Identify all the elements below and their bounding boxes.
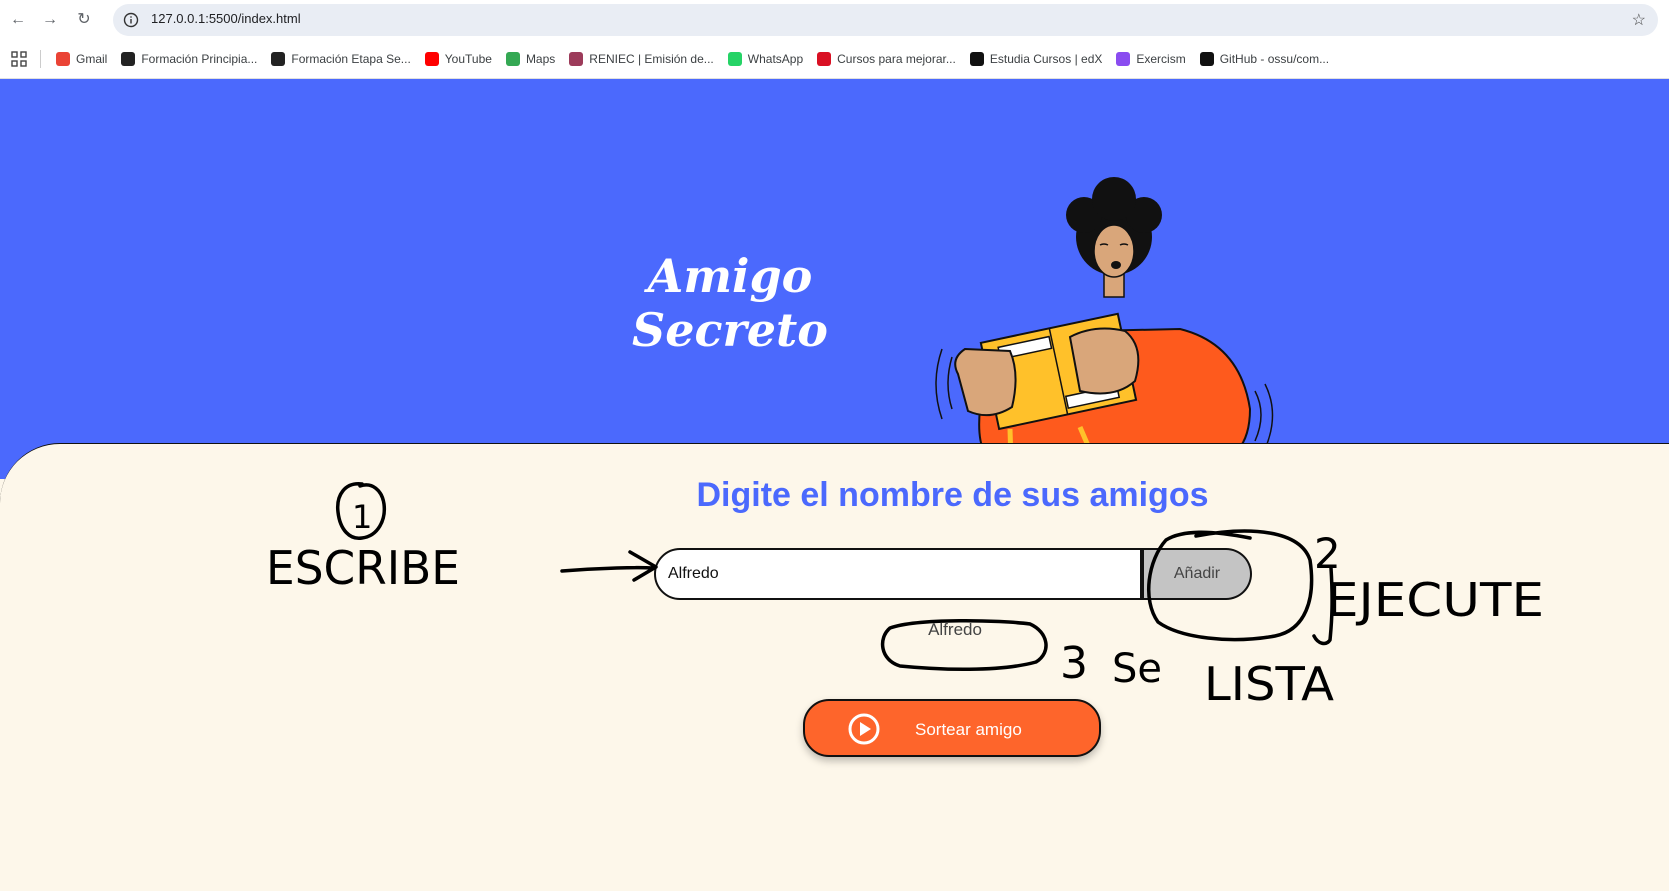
bookmark-item[interactable]: Estudia Cursos | edX bbox=[969, 52, 1103, 66]
friend-input-group: Añadir bbox=[654, 548, 1254, 600]
page-title: Amigo Secreto bbox=[632, 249, 828, 357]
github-icon bbox=[1199, 52, 1214, 66]
maps-icon bbox=[505, 52, 520, 66]
bookmark-item[interactable]: Formación Principia... bbox=[121, 52, 257, 66]
bookmark-label: Exercism bbox=[1136, 52, 1186, 66]
bookmark-star-icon[interactable]: ☆ bbox=[1632, 10, 1646, 30]
bookmark-item[interactable]: Maps bbox=[505, 52, 556, 66]
alura-icon bbox=[271, 52, 286, 66]
bookmarks-divider bbox=[40, 50, 41, 68]
alura-icon bbox=[121, 52, 136, 66]
bookmark-item[interactable]: Cursos para mejorar... bbox=[817, 52, 956, 66]
site-info-icon[interactable] bbox=[123, 12, 139, 28]
play-circle-icon bbox=[848, 713, 880, 745]
friend-name-input[interactable] bbox=[654, 548, 1144, 600]
draw-friend-label: Sortear amigo bbox=[915, 720, 1022, 739]
bookmark-item[interactable]: RENIEC | Emisión de... bbox=[569, 52, 714, 66]
youtube-icon bbox=[424, 52, 439, 66]
bookmark-item[interactable]: Exercism bbox=[1116, 52, 1186, 66]
peru-flag-icon bbox=[817, 52, 832, 66]
bookmark-item[interactable]: WhatsApp bbox=[727, 52, 804, 66]
address-bar[interactable]: 127.0.0.1:5500/index.html ☆ bbox=[113, 4, 1658, 36]
friend-list: Alfredo bbox=[880, 620, 1030, 640]
browser-toolbar: ← → ↻ 127.0.0.1:5500/index.html ☆ bbox=[0, 0, 1669, 40]
back-arrow-icon[interactable]: ← bbox=[8, 10, 28, 30]
whatsapp-icon bbox=[727, 52, 742, 66]
bookmarks-bar: Gmail Formación Principia... Formación Eta… bbox=[0, 40, 1669, 79]
bookmark-label: Cursos para mejorar... bbox=[837, 52, 956, 66]
hero-banner: Amigo Secreto bbox=[0, 79, 1669, 496]
section-heading: Digite el nombre de sus amigos bbox=[696, 476, 1209, 514]
bookmark-label: YouTube bbox=[444, 52, 492, 66]
url-text: 127.0.0.1:5500/index.html bbox=[151, 11, 301, 26]
bookmark-label: Estudia Cursos | edX bbox=[989, 52, 1103, 66]
bookmark-label: Gmail bbox=[76, 52, 108, 66]
reniec-icon bbox=[569, 52, 584, 66]
bookmark-label: Maps bbox=[525, 52, 556, 66]
bookmark-item[interactable]: YouTube bbox=[424, 52, 492, 66]
bookmark-label: Formación Etapa Se... bbox=[291, 52, 411, 66]
add-friend-button[interactable]: Añadir bbox=[1140, 548, 1252, 600]
bookmark-item[interactable]: Formación Etapa Se... bbox=[271, 52, 411, 66]
bookmark-label: WhatsApp bbox=[747, 52, 804, 66]
draw-friend-button[interactable]: Sortear amigo bbox=[803, 699, 1101, 757]
reload-icon[interactable]: ↻ bbox=[74, 10, 94, 30]
bookmark-item[interactable]: Gmail bbox=[56, 52, 107, 66]
friend-list-item: Alfredo bbox=[928, 620, 982, 639]
bookmark-label: Formación Principia... bbox=[141, 52, 258, 66]
bookmark-label: GitHub - ossu/com... bbox=[1219, 52, 1330, 66]
bookmark-item[interactable]: GitHub - ossu/com... bbox=[1199, 52, 1330, 66]
bookmark-label: RENIEC | Emisión de... bbox=[589, 52, 714, 66]
gmail-icon bbox=[56, 52, 70, 66]
apps-grid-icon[interactable] bbox=[11, 51, 27, 67]
edx-icon bbox=[969, 52, 984, 66]
forward-arrow-icon[interactable]: → bbox=[40, 10, 60, 30]
exercism-icon bbox=[1116, 52, 1131, 66]
bookmark-list: Gmail Formación Principia... Formación Eta… bbox=[56, 40, 1329, 78]
